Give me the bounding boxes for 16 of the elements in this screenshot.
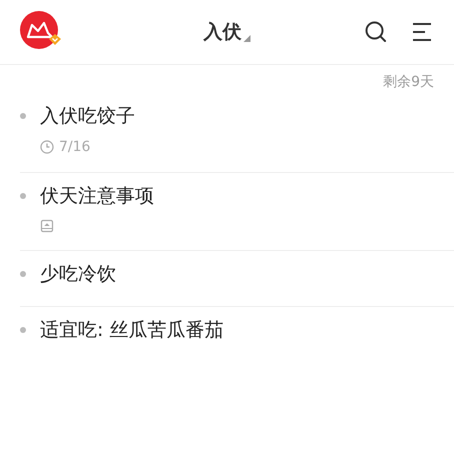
- bullet-dot: [20, 327, 26, 333]
- task-title[interactable]: 伏天注意事项: [40, 181, 154, 211]
- search-icon[interactable]: [364, 20, 388, 44]
- task-title[interactable]: 适宜吃: 丝瓜苦瓜番茄: [40, 315, 224, 345]
- task-title[interactable]: 入伏吃饺子: [40, 101, 135, 131]
- tray-icon: [40, 219, 54, 233]
- bullet-dot: [20, 271, 26, 277]
- clock-icon: [40, 140, 54, 154]
- list-title-dropdown[interactable]: 入伏: [204, 19, 250, 45]
- caret-icon: [244, 35, 250, 42]
- due-date: 7/16: [59, 139, 90, 155]
- bullet-dot: [20, 113, 26, 119]
- days-remaining: 剩余9天: [382, 73, 435, 92]
- task-title[interactable]: 少吃冷饮: [40, 259, 116, 289]
- bullet-dot: [20, 193, 26, 199]
- menu-icon[interactable]: [410, 20, 434, 44]
